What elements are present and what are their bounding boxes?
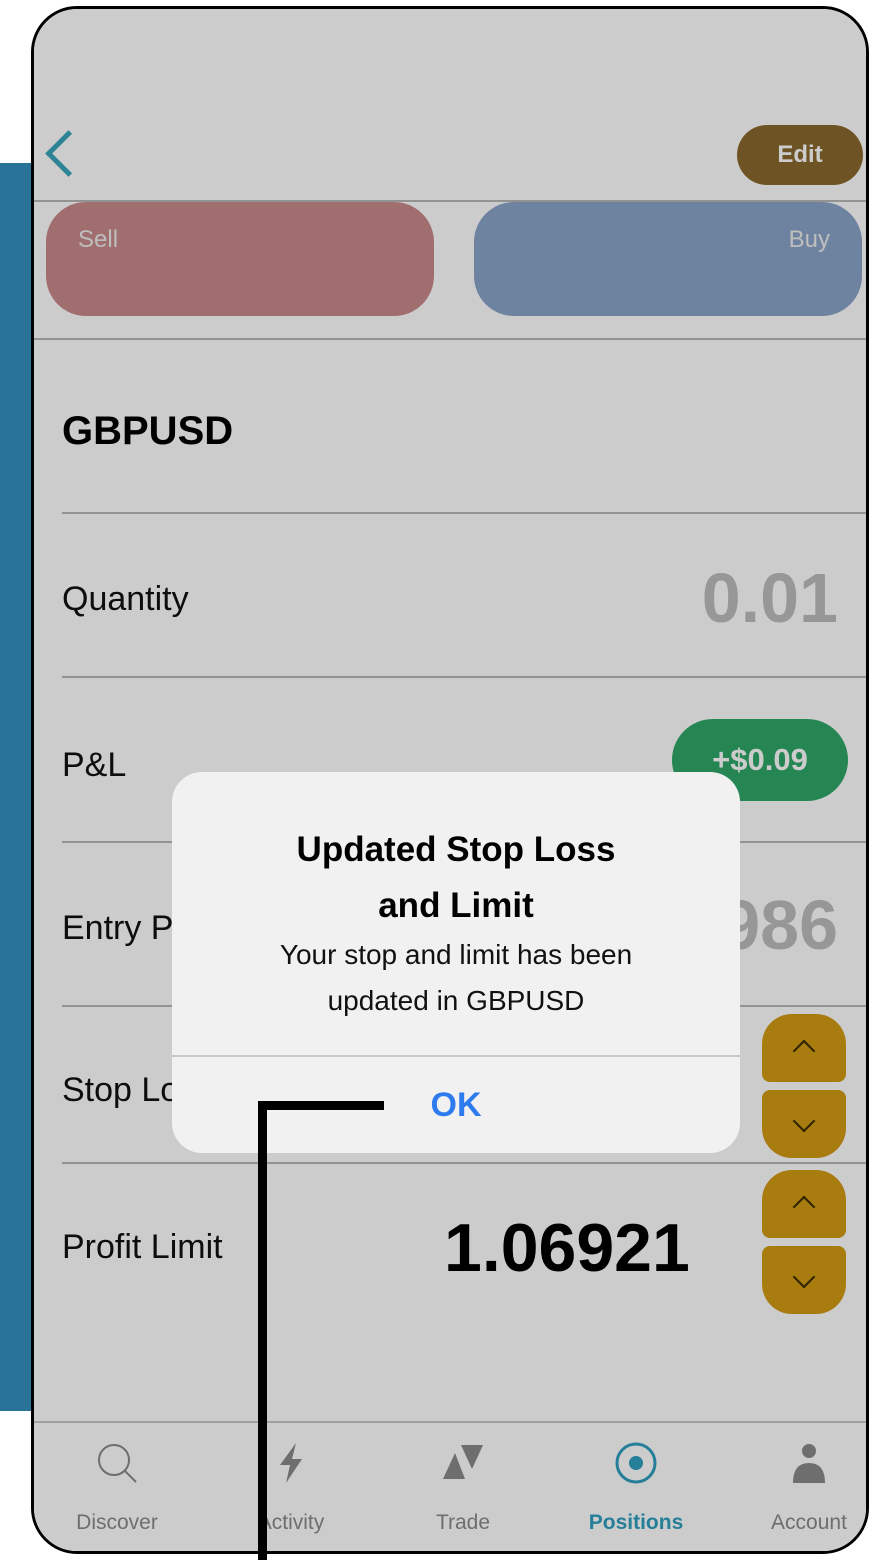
annotation-pointer-line (258, 1101, 384, 1110)
alert-message-line: updated in GBPUSD (327, 985, 585, 1016)
screen: Edit Sell Buy GBPUSD Quantity 0.01 P&L +… (34, 9, 866, 1551)
alert-title-line: Updated Stop Loss (296, 830, 616, 869)
annotation-pointer-line (258, 1101, 267, 1560)
alert-dialog: Updated Stop Loss and Limit Your stop an… (172, 772, 740, 1153)
alert-message-line: Your stop and limit has been (279, 939, 633, 970)
phone-frame: Edit Sell Buy GBPUSD Quantity 0.01 P&L +… (31, 6, 869, 1554)
alert-message: Your stop and limit has been updated in … (172, 932, 740, 1024)
alert-title: Updated Stop Loss and Limit (172, 822, 740, 934)
alert-title-line: and Limit (378, 886, 534, 925)
